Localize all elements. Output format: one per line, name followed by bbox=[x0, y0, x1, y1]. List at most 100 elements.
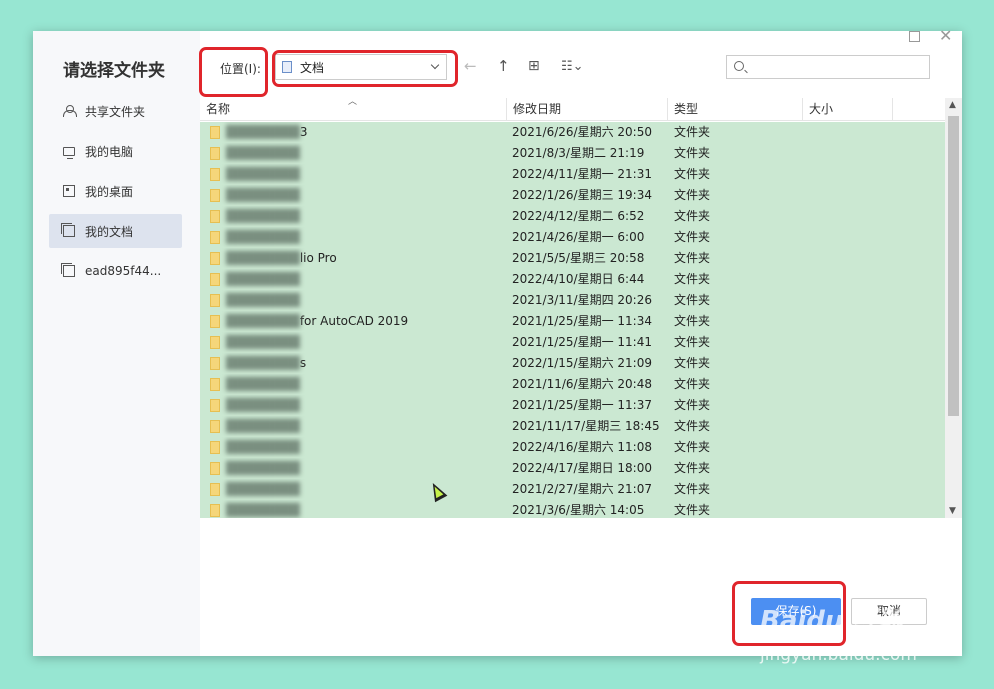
folder-icon bbox=[210, 189, 220, 202]
highlight-location-label bbox=[199, 47, 268, 97]
redacted-name: ████████ bbox=[226, 398, 300, 412]
file-row[interactable]: ████████ 2021/4/26/星期一 6:00 文件夹 bbox=[200, 227, 945, 248]
scrollbar-thumb[interactable] bbox=[948, 116, 959, 416]
file-name-cell: ████████ bbox=[210, 227, 500, 248]
file-type: 文件夹 bbox=[674, 167, 711, 181]
back-arrow-icon[interactable]: ← bbox=[464, 59, 477, 74]
file-row[interactable]: ████████ 2022/1/26/星期三 19:34 文件夹 bbox=[200, 185, 945, 206]
file-name-cell: ████████ bbox=[210, 395, 500, 416]
folder-icon bbox=[210, 357, 220, 370]
file-row[interactable]: ████████ 2021/3/11/星期四 20:26 文件夹 bbox=[200, 290, 945, 311]
sidebar-item-shared[interactable]: 共享文件夹 bbox=[49, 94, 182, 128]
sidebar-item-documents[interactable]: 我的文档 bbox=[49, 214, 182, 248]
documents-icon bbox=[61, 223, 75, 237]
file-name-cell: ████████ bbox=[210, 332, 500, 353]
file-date: 2021/5/5/星期三 20:58 bbox=[512, 251, 645, 265]
vertical-scrollbar[interactable]: ▲ ▼ bbox=[945, 98, 962, 518]
file-name-cell: ████████ bbox=[210, 458, 500, 479]
file-type: 文件夹 bbox=[674, 251, 711, 265]
search-input[interactable] bbox=[726, 55, 930, 79]
column-name[interactable]: 名称 bbox=[200, 98, 507, 121]
sidebar-item-label: 共享文件夹 bbox=[85, 104, 146, 119]
file-name-cell: ████████ bbox=[210, 479, 500, 500]
column-modified[interactable]: 修改日期 bbox=[507, 98, 668, 121]
sidebar-item-ead895[interactable]: ead895f44... bbox=[49, 254, 182, 288]
search-icon bbox=[734, 61, 744, 71]
file-type: 文件夹 bbox=[674, 272, 711, 286]
file-name-cell: ████████3 bbox=[210, 122, 500, 143]
column-type[interactable]: 类型 bbox=[668, 98, 803, 121]
file-date: 2022/1/15/星期六 21:09 bbox=[512, 356, 652, 370]
file-row[interactable]: ████████ 2022/4/10/星期日 6:44 文件夹 bbox=[200, 269, 945, 290]
column-size[interactable]: 大小 bbox=[803, 98, 893, 121]
file-date: 2021/11/6/星期六 20:48 bbox=[512, 377, 652, 391]
file-row[interactable]: ████████ 2022/4/17/星期日 18:00 文件夹 bbox=[200, 458, 945, 479]
sidebar-item-desktop[interactable]: 我的桌面 bbox=[49, 174, 182, 208]
folder-icon bbox=[210, 378, 220, 391]
sidebar-item-label: 我的文档 bbox=[85, 224, 134, 239]
file-row[interactable]: ████████ 2021/2/27/星期六 21:07 文件夹 bbox=[200, 479, 945, 500]
sidebar: 请选择文件夹 共享文件夹 我的电脑 我的桌面 我的文档 ead895f44... bbox=[33, 31, 200, 656]
file-row[interactable]: ████████for AutoCAD 2019 2021/1/25/星期一 11… bbox=[200, 311, 945, 332]
file-name-cell: ████████ bbox=[210, 500, 500, 518]
redacted-name: ████████ bbox=[226, 230, 300, 244]
file-name-cell: ████████s bbox=[210, 353, 500, 374]
redacted-name: ████████ bbox=[226, 503, 300, 517]
folder-icon bbox=[210, 294, 220, 307]
file-row[interactable]: ████████ 2021/1/25/星期一 11:41 文件夹 bbox=[200, 332, 945, 353]
file-row[interactable]: ████████ 2021/11/17/星期三 18:45 文件夹 bbox=[200, 416, 945, 437]
view-options-icon[interactable]: ☷⌄ bbox=[561, 59, 584, 74]
file-date: 2021/3/11/星期四 20:26 bbox=[512, 293, 652, 307]
file-name-cell: ████████ bbox=[210, 437, 500, 458]
sidebar-item-label: ead895f44... bbox=[85, 264, 162, 278]
redacted-name: ████████ bbox=[226, 314, 300, 328]
file-name-cell: ████████ bbox=[210, 416, 500, 437]
redacted-name: ████████ bbox=[226, 440, 300, 454]
file-type: 文件夹 bbox=[674, 419, 711, 433]
scroll-down-icon[interactable]: ▼ bbox=[949, 506, 956, 516]
file-name-cell: ████████ bbox=[210, 143, 500, 164]
file-date: 2021/3/6/星期六 14:05 bbox=[512, 503, 645, 517]
redacted-name: ████████ bbox=[226, 146, 300, 160]
file-type: 文件夹 bbox=[674, 335, 711, 349]
file-type: 文件夹 bbox=[674, 377, 711, 391]
folder-icon bbox=[210, 126, 220, 139]
file-row[interactable]: ████████ 2021/11/6/星期六 20:48 文件夹 bbox=[200, 374, 945, 395]
file-date: 2022/1/26/星期三 19:34 bbox=[512, 188, 652, 202]
redacted-name: ████████ bbox=[226, 251, 300, 265]
file-row[interactable]: ████████3 2021/6/26/星期六 20:50 文件夹 bbox=[200, 122, 945, 143]
up-arrow-icon[interactable]: ↑ bbox=[497, 59, 510, 74]
file-row[interactable]: ████████s 2022/1/15/星期六 21:09 文件夹 bbox=[200, 353, 945, 374]
file-date: 2021/1/25/星期一 11:37 bbox=[512, 398, 652, 412]
redacted-name: ████████ bbox=[226, 293, 300, 307]
file-row[interactable]: ████████ 2022/4/11/星期一 21:31 文件夹 bbox=[200, 164, 945, 185]
redacted-name: ████████ bbox=[226, 125, 300, 139]
folder-icon bbox=[210, 399, 220, 412]
folder-icon bbox=[210, 231, 220, 244]
redacted-name: ████████ bbox=[226, 377, 300, 391]
file-date: 2021/6/26/星期六 20:50 bbox=[512, 125, 652, 139]
file-type: 文件夹 bbox=[674, 230, 711, 244]
redacted-name: ████████ bbox=[226, 272, 300, 286]
file-row[interactable]: ████████ 2021/8/3/星期二 21:19 文件夹 bbox=[200, 143, 945, 164]
folder-icon bbox=[61, 263, 75, 277]
file-date: 2021/4/26/星期一 6:00 bbox=[512, 230, 645, 244]
desktop-icon bbox=[63, 185, 75, 197]
folder-icon bbox=[210, 420, 220, 433]
scroll-up-icon[interactable]: ▲ bbox=[949, 100, 956, 110]
folder-icon bbox=[210, 147, 220, 160]
list-header: ︿ 名称 修改日期 类型 大小 bbox=[200, 98, 945, 121]
new-folder-icon[interactable]: ⊞ bbox=[528, 59, 540, 74]
file-date: 2022/4/12/星期二 6:52 bbox=[512, 209, 645, 223]
redacted-name: ████████ bbox=[226, 461, 300, 475]
file-row[interactable]: ████████ 2022/4/16/星期六 11:08 文件夹 bbox=[200, 437, 945, 458]
file-row[interactable]: ████████ 2022/4/12/星期二 6:52 文件夹 bbox=[200, 206, 945, 227]
file-date: 2022/4/11/星期一 21:31 bbox=[512, 167, 652, 181]
file-name-cell: ████████ bbox=[210, 374, 500, 395]
sidebar-item-computer[interactable]: 我的电脑 bbox=[49, 134, 182, 168]
file-row[interactable]: ████████ 2021/1/25/星期一 11:37 文件夹 bbox=[200, 395, 945, 416]
file-row[interactable]: ████████lio Pro 2021/5/5/星期三 20:58 文件夹 bbox=[200, 248, 945, 269]
file-type: 文件夹 bbox=[674, 188, 711, 202]
file-row[interactable]: ████████ 2021/3/6/星期六 14:05 文件夹 bbox=[200, 500, 945, 518]
folder-icon bbox=[210, 168, 220, 181]
